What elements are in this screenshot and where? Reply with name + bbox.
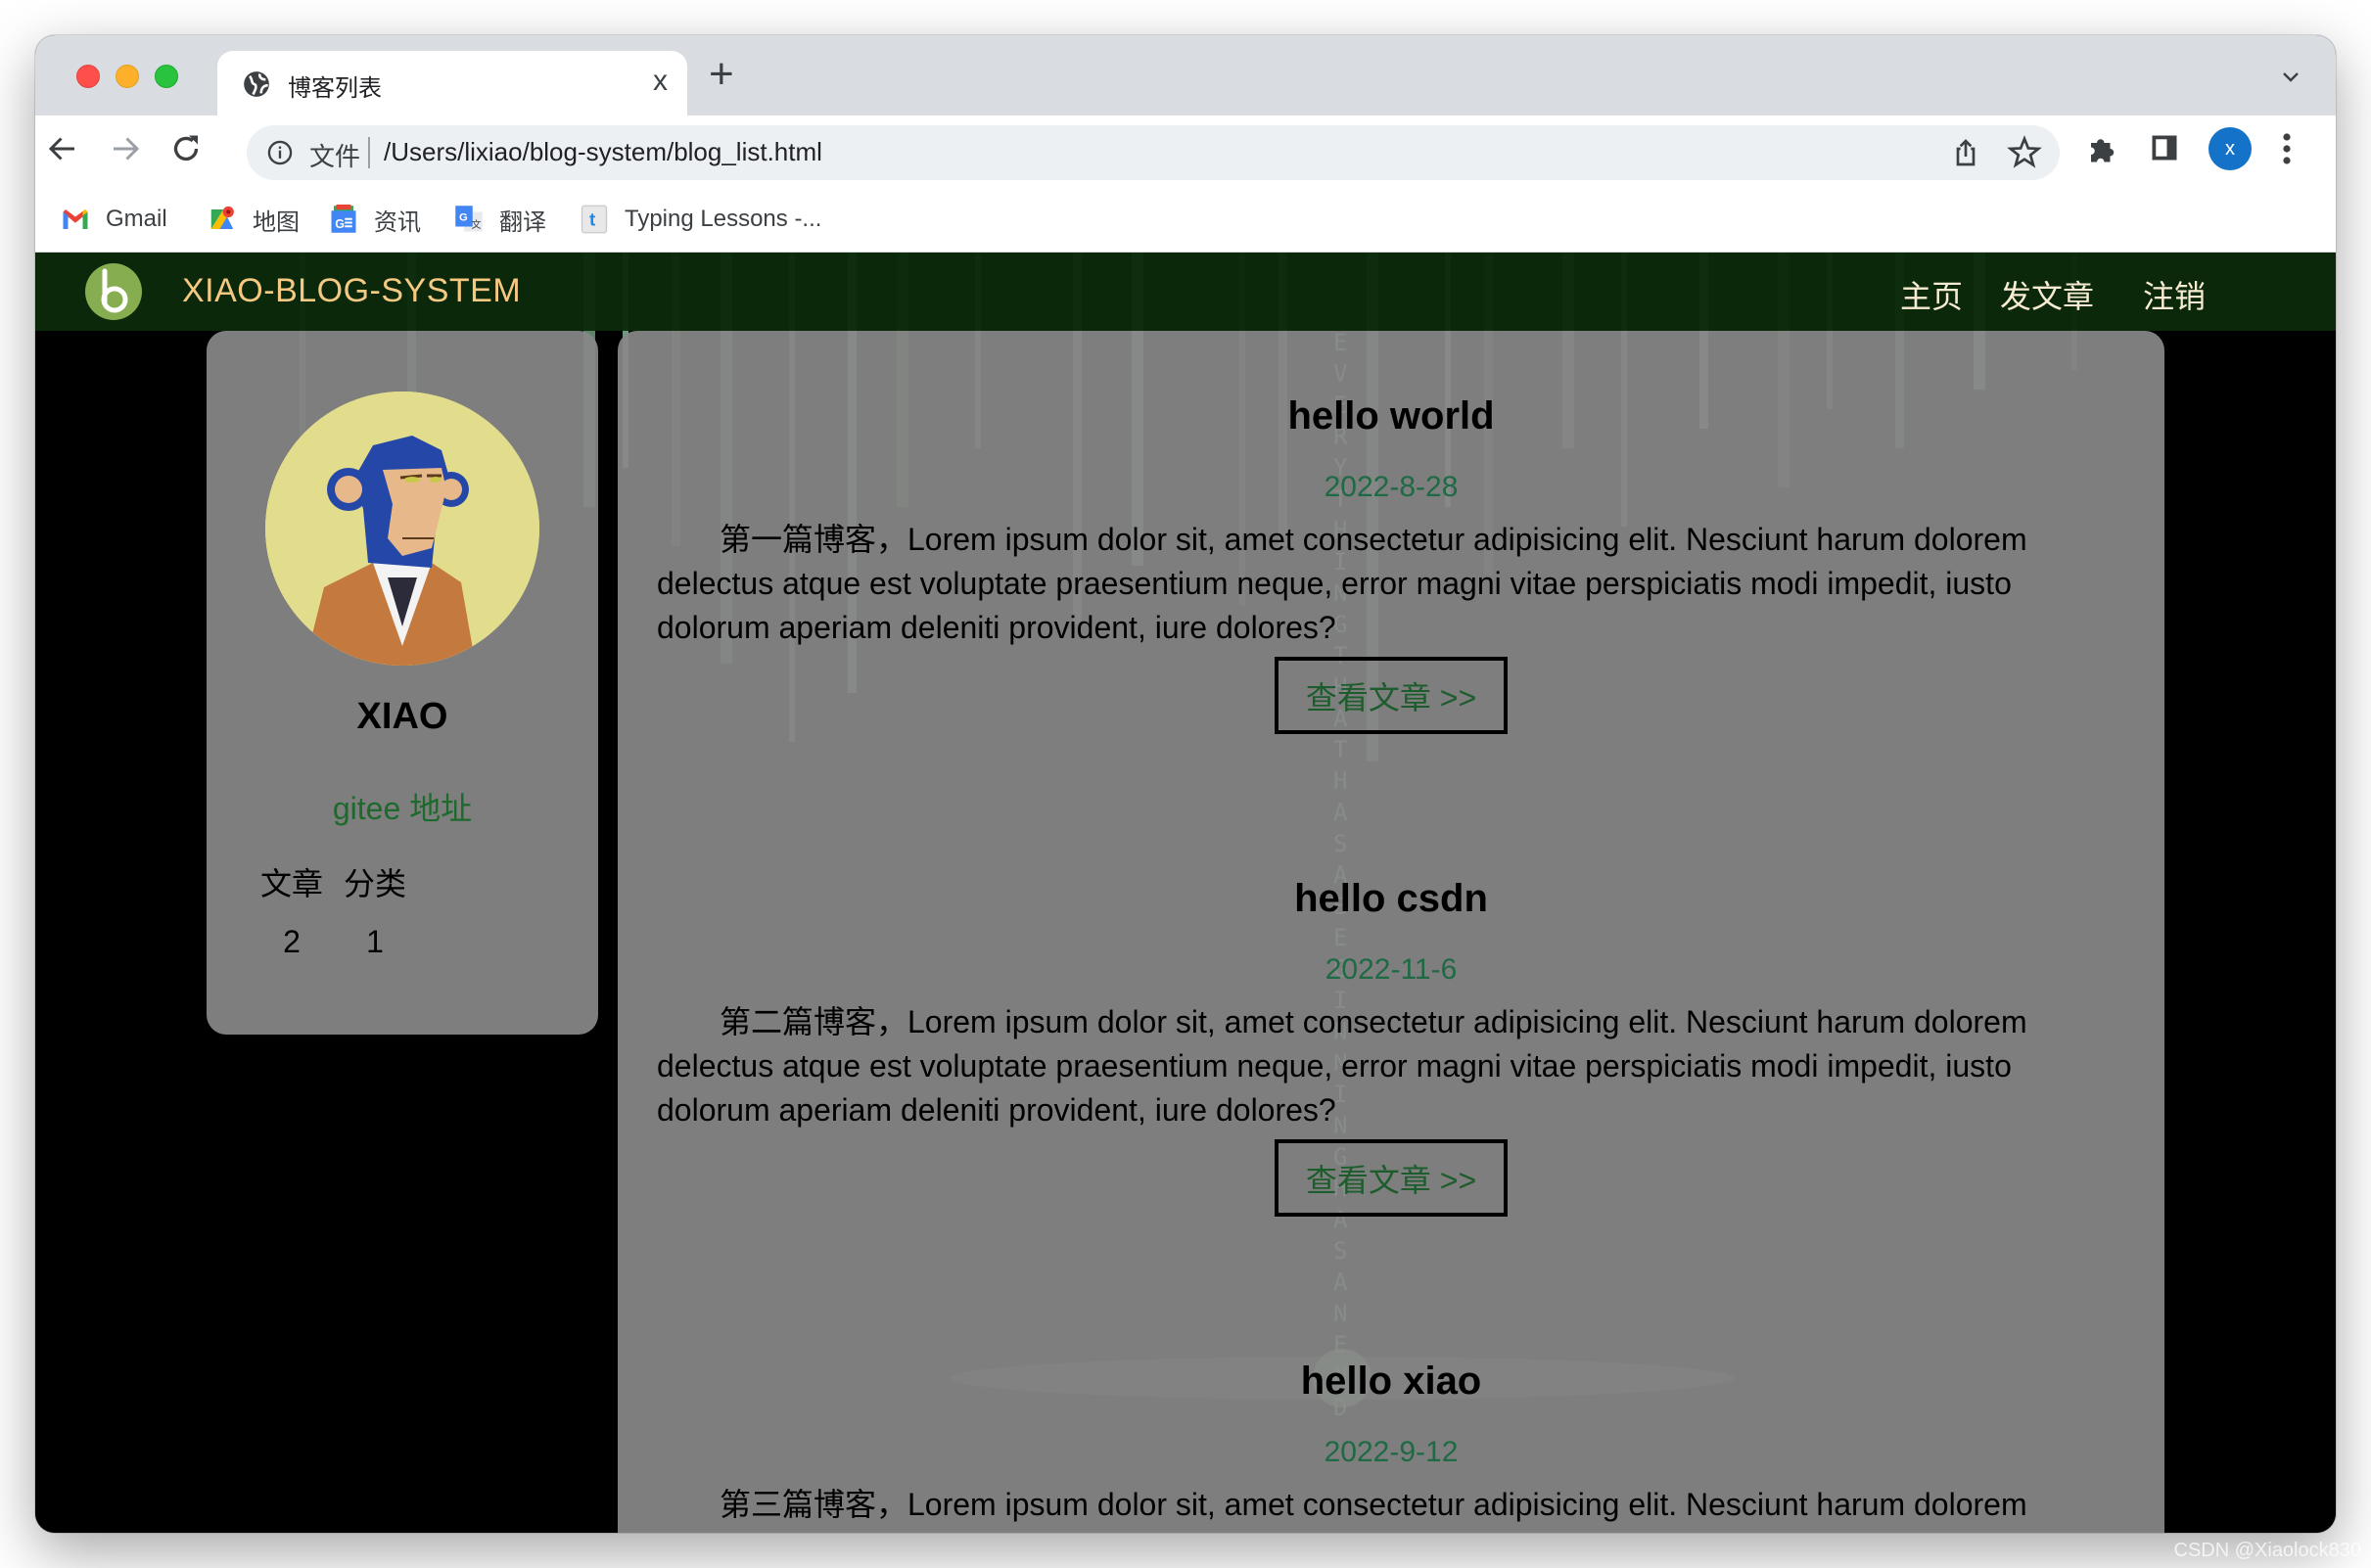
stat-label-categories: 分类 (343, 866, 406, 901)
post-description: 第一篇博客，Lorem ipsum dolor sit, amet consec… (657, 522, 2027, 645)
user-name: XIAO (356, 696, 448, 737)
nav-link-write[interactable]: 发文章 (2000, 272, 2094, 317)
typing-icon: t (581, 205, 608, 234)
back-icon[interactable] (45, 131, 80, 166)
user-avatar (265, 392, 539, 666)
maps-icon (210, 206, 234, 229)
address-bar[interactable]: 文件 /Users/lixiao/blog-system/blog_list.h… (247, 125, 2060, 180)
profile-avatar-button[interactable]: x (2208, 127, 2252, 170)
globe-icon (244, 71, 269, 97)
tab-strip: 博客列表 x + (35, 35, 2336, 115)
gitee-link[interactable]: gitee 地址 (207, 784, 598, 829)
address-url[interactable]: /Users/lixiao/blog-system/blog_list.html (384, 137, 822, 167)
address-scheme-label: 文件 (309, 142, 361, 171)
tab-title: 博客列表 (288, 75, 382, 102)
bookmark-label: Typing Lessons -... (625, 206, 822, 232)
bookmark-star-icon[interactable] (2007, 135, 2042, 170)
post-date: 2022-8-28 (1324, 471, 1459, 503)
nav-link-logout[interactable]: 注销 (2143, 272, 2206, 317)
maximize-window-button[interactable] (155, 65, 178, 88)
translate-icon: G 文 (455, 206, 483, 232)
post-description: 第三篇博客，Lorem ipsum dolor sit, amet consec… (720, 1487, 2027, 1522)
new-tab-button[interactable]: + (709, 53, 734, 96)
bookmarks-bar: Gmail 地图 G 资讯 G 文 翻译 t Typing Lessons -.… (35, 184, 2336, 253)
svg-text:文: 文 (472, 218, 482, 231)
bookmark-typing-lessons[interactable]: t Typing Lessons -... (580, 204, 821, 235)
news-icon: G (331, 205, 356, 233)
bookmark-gmail[interactable]: Gmail (61, 204, 167, 235)
blog-page: EVERYTHINGTHATHASABEGINNINGHASANEND XIAO… (35, 253, 2336, 1533)
chevron-down-icon[interactable] (2279, 65, 2302, 88)
close-window-button[interactable] (76, 65, 100, 88)
nav-link-home[interactable]: 主页 (1900, 272, 1963, 317)
post-description: 第二篇博客，Lorem ipsum dolor sit, amet consec… (657, 1004, 2027, 1128)
svg-text:t: t (589, 208, 596, 229)
post-title: hello world (1287, 394, 1495, 438)
bookmark-label: 地图 (253, 208, 300, 236)
forward-icon[interactable] (108, 131, 143, 166)
view-article-button[interactable]: 查看文章 >> (1275, 657, 1508, 734)
info-icon[interactable] (266, 139, 294, 166)
tab-blog-list[interactable]: 博客列表 x (217, 51, 687, 115)
profile-card: XIAO gitee 地址 文章 分类 2 1 (207, 331, 598, 1035)
gmail-icon (63, 209, 88, 229)
address-separator (368, 137, 370, 168)
bookmark-translate[interactable]: G 文 翻译 (454, 204, 546, 236)
post-title: hello csdn (1294, 877, 1488, 920)
reload-icon[interactable] (168, 131, 204, 166)
bookmark-label: Gmail (106, 206, 167, 232)
svg-text:G: G (335, 217, 345, 231)
bookmark-label: 资讯 (374, 208, 421, 236)
minimize-window-button[interactable] (116, 65, 139, 88)
more-menu-icon[interactable] (2277, 131, 2297, 166)
site-navbar: XIAO-BLOG-SYSTEM 主页 发文章 注销 (35, 253, 2336, 331)
stat-value-categories: 1 (366, 924, 384, 959)
browser-window: 博客列表 x + 文件 /Users/lixiao/blog-system/bl… (35, 35, 2336, 1533)
browser-toolbar: 文件 /Users/lixiao/blog-system/blog_list.h… (35, 115, 2336, 184)
side-panel-icon[interactable] (2150, 133, 2179, 162)
share-icon[interactable] (1950, 137, 1981, 168)
post-date: 2022-9-12 (1324, 1436, 1459, 1468)
post-date: 2022-11-6 (1325, 953, 1458, 986)
ape-avatar-image (265, 392, 539, 666)
bookmark-label: 翻译 (499, 208, 546, 236)
blog-list-card: hello world 2022-8-28 第一篇博客，Lorem ipsum … (618, 331, 2164, 1533)
extensions-puzzle-icon[interactable] (2085, 131, 2120, 166)
svg-text:G: G (459, 211, 468, 223)
watermark: CSDN @Xiaolock830 (2173, 1540, 2362, 1561)
tab-close-icon[interactable]: x (653, 65, 668, 98)
view-article-button[interactable]: 查看文章 >> (1275, 1139, 1508, 1217)
site-logo-icon[interactable] (84, 262, 143, 321)
bookmark-news[interactable]: G 资讯 (329, 204, 421, 236)
post-title: hello xiao (1300, 1360, 1482, 1403)
bookmark-maps[interactable]: 地图 (208, 204, 300, 236)
site-title: XIAO-BLOG-SYSTEM (182, 272, 522, 309)
